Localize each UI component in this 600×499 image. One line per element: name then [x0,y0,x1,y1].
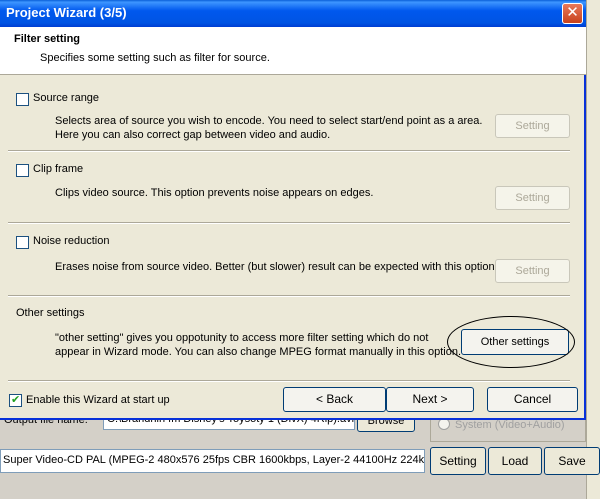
close-icon[interactable]: ✕ [562,3,583,24]
source-range-desc-1: Selects area of source you wish to encod… [55,115,483,127]
header-subtitle: Specifies some setting such as filter fo… [40,52,270,64]
dialog-titlebar[interactable]: Project Wizard (3/5) ✕ [0,0,586,27]
enable-wizard-checkbox[interactable] [9,393,22,407]
noise-reduction-label: Noise reduction [33,235,110,247]
divider [8,222,570,224]
clip-frame-desc: Clips video source. This option prevents… [55,187,374,199]
source-range-setting-button[interactable]: Setting [495,114,570,138]
project-wizard-dialog: Project Wizard (3/5) ✕ Filter setting Sp… [0,0,586,420]
dialog-title: Project Wizard (3/5) [6,5,127,20]
noise-reduction-desc: Erases noise from source video. Better (… [55,261,498,273]
save-button[interactable]: Save [544,447,600,475]
load-button[interactable]: Load [488,447,542,475]
header-title: Filter setting [14,33,81,45]
enable-wizard-label: Enable this Wizard at start up [26,394,170,406]
format-status-field: Super Video-CD PAL (MPEG-2 480x576 25fps… [0,449,425,473]
background-window-edge [586,0,600,499]
next-button[interactable]: Next > [386,387,474,412]
back-button[interactable]: < Back [283,387,386,412]
divider [8,150,570,152]
wizard-header: Filter setting Specifies some setting su… [0,27,586,75]
other-settings-desc-2: appear in Wizard mode. You can also chan… [55,346,462,358]
system-radio-label: System (Video+Audio) [455,419,565,431]
annotation-ellipse [447,316,575,368]
clip-frame-setting-button[interactable]: Setting [495,186,570,210]
source-range-checkbox[interactable] [16,93,29,106]
other-settings-label: Other settings [16,307,85,319]
cancel-button[interactable]: Cancel [487,387,578,412]
clip-frame-label: Clip frame [33,163,84,175]
source-range-desc-2: Here you can also correct gap between vi… [55,129,331,141]
divider [8,380,570,382]
divider [8,295,570,297]
setting-button[interactable]: Setting [430,447,486,475]
source-range-label: Source range [33,92,100,104]
clip-frame-checkbox[interactable] [16,164,29,177]
other-settings-desc-1: "other setting" gives you oppotunity to … [55,332,429,344]
noise-reduction-checkbox[interactable] [16,236,29,249]
noise-reduction-setting-button[interactable]: Setting [495,259,570,283]
